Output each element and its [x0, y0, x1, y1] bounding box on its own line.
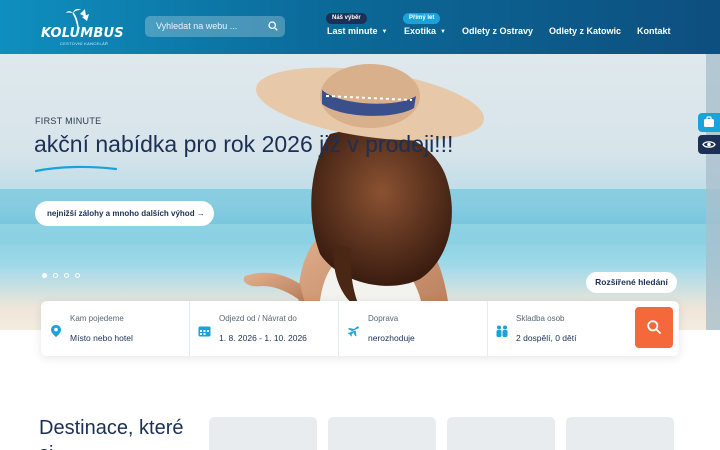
dates-label: Odjezd od / Návrat do: [219, 314, 297, 323]
recently-viewed-button[interactable]: [698, 135, 720, 154]
dates-value: 1. 8. 2026 - 1. 10. 2026: [219, 333, 307, 343]
hero-banner[interactable]: FIRST MINUTE akční nabídka pro rok 2026 …: [0, 54, 720, 330]
advanced-search-button[interactable]: Rozšířené hledání: [586, 272, 677, 293]
destination-card[interactable]: [328, 417, 436, 450]
destination-card[interactable]: [566, 417, 674, 450]
carousel-dot-1[interactable]: [42, 273, 47, 278]
map-pin-icon: [51, 325, 61, 337]
palm-icon: [66, 9, 89, 28]
calendar-icon: [198, 326, 211, 337]
search-placeholder: Vyhledat na webu ...: [156, 21, 238, 31]
plane-icon: [348, 326, 359, 337]
search-icon[interactable]: [268, 21, 278, 31]
eye-icon: [702, 141, 716, 148]
trip-search-bar: Kam pojedeme Místo nebo hotel Odjezd od …: [41, 301, 679, 356]
carousel-dot-3[interactable]: [64, 273, 69, 278]
hero-title: akční nabídka pro rok 2026 již v prodeji…: [34, 131, 454, 157]
carousel-dot-2[interactable]: [53, 273, 58, 278]
title-underline: [35, 165, 117, 173]
hero-kicker: FIRST MINUTE: [35, 116, 102, 126]
carousel-dot-4[interactable]: [75, 273, 80, 278]
logo[interactable]: KOLUMBUS CESTOVNÍ KANCELÁŘ: [38, 8, 124, 48]
nav-odlety-ostrava[interactable]: Odlety z Ostravy: [462, 26, 533, 36]
nav-last-minute-label: Last minute: [327, 26, 378, 36]
nav-exotika[interactable]: Exotika ▼: [404, 26, 446, 36]
nav-exotika-label: Exotika: [404, 26, 437, 36]
site-header: KOLUMBUS CESTOVNÍ KANCELÁŘ Vyhledat na w…: [0, 0, 720, 54]
site-search-input[interactable]: Vyhledat na webu ...: [145, 16, 285, 37]
nav-last-minute[interactable]: Last minute ▼: [327, 26, 387, 36]
transport-label: Doprava: [368, 314, 399, 323]
destination-card[interactable]: [209, 417, 317, 450]
travelers-value: 2 dospělí, 0 dětí: [516, 333, 577, 343]
destination-card[interactable]: [447, 417, 555, 450]
saved-trips-button[interactable]: [698, 113, 720, 132]
travelers-field[interactable]: Skladba osob 2 dospělí, 0 dětí: [488, 301, 628, 356]
chevron-down-icon: ▼: [440, 29, 446, 35]
search-icon: [647, 320, 661, 334]
search-submit-button[interactable]: [635, 307, 673, 348]
suitcase-icon: [704, 116, 714, 127]
travelers-label: Skladba osob: [516, 314, 565, 323]
badge-primy-let: Přímý let: [403, 13, 441, 24]
people-icon: [496, 325, 508, 337]
dates-field[interactable]: Odjezd od / Návrat do 1. 8. 2026 - 1. 10…: [190, 301, 338, 356]
logo-text: KOLUMBUS: [41, 26, 124, 41]
destination-value: Místo nebo hotel: [70, 333, 133, 343]
transport-value: nerozhoduje: [368, 333, 415, 343]
chevron-down-icon: ▼: [381, 29, 388, 35]
nav-kontakt[interactable]: Kontakt: [637, 26, 671, 36]
destinations-title: Destinace, které si: [39, 417, 184, 450]
nav-odlety-katowice[interactable]: Odlety z Katowic: [549, 26, 621, 36]
hero-cta-button[interactable]: nejnižší zálohy a mnoho dalších výhod →: [35, 201, 214, 226]
logo-subtitle: CESTOVNÍ KANCELÁŘ: [60, 41, 109, 46]
destination-label: Kam pojedeme: [70, 314, 124, 323]
badge-nas-vyber: Náš výběr: [326, 13, 367, 24]
transport-field[interactable]: Doprava nerozhoduje: [339, 301, 487, 356]
destination-field[interactable]: Kam pojedeme Místo nebo hotel: [41, 301, 189, 356]
